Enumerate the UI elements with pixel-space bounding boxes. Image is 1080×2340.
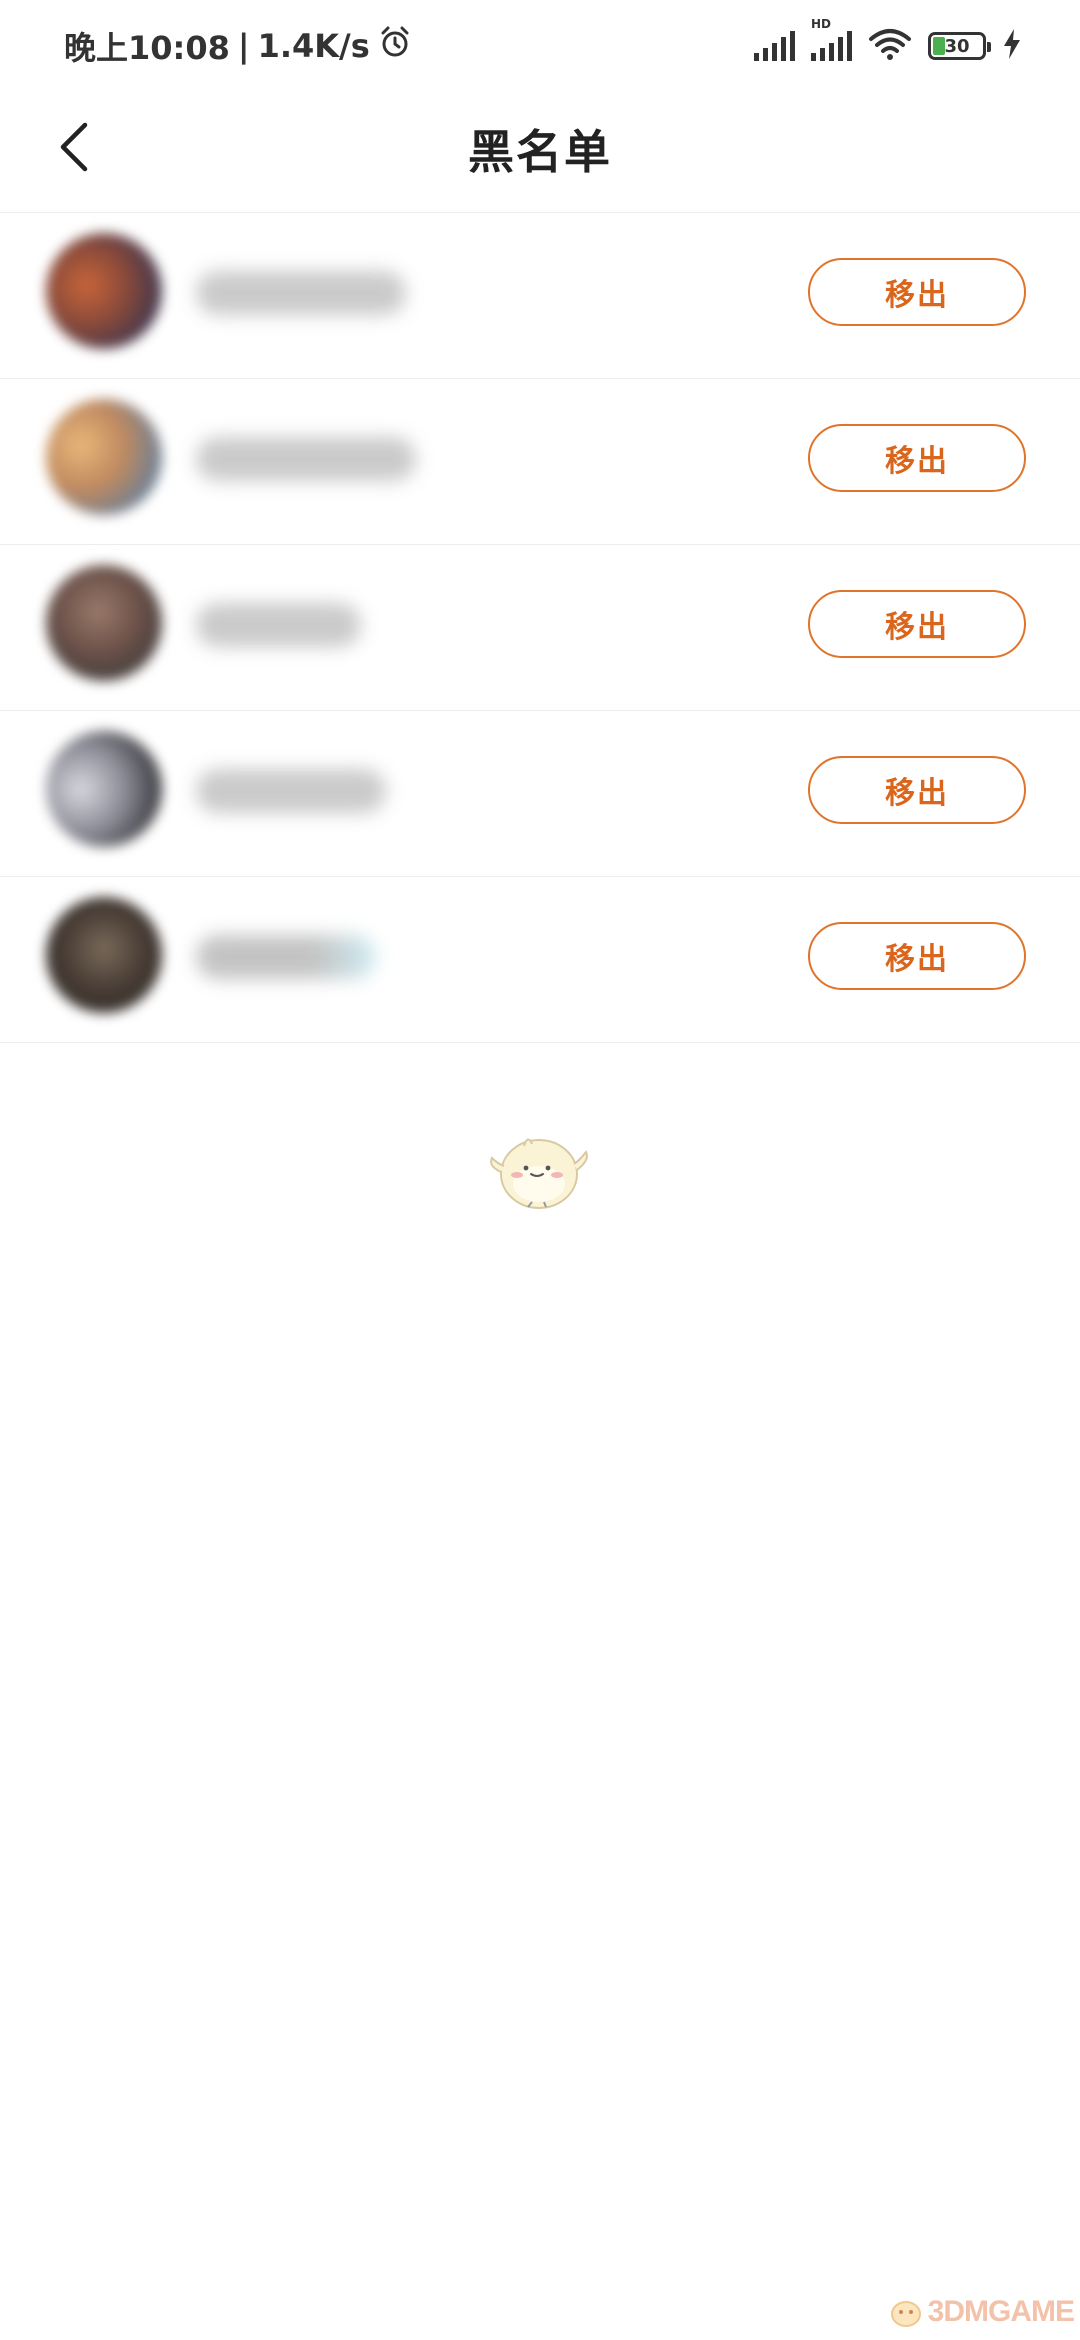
- blacklist: 移出 移出 移出 移出 移出: [0, 213, 1080, 1043]
- watermark-text: 3DMGAME: [927, 2295, 1075, 2328]
- blacklist-row: 移出: [0, 545, 1080, 711]
- user-name[interactable]: [196, 769, 386, 813]
- avatar[interactable]: [46, 897, 162, 1013]
- mascot-illustration: [484, 1122, 594, 1214]
- status-right: HD 30: [754, 17, 1022, 65]
- battery-fill: [933, 37, 945, 55]
- status-left: 晚上10:08 | 1.4K/s: [64, 23, 412, 69]
- blacklist-row: 移出: [0, 213, 1080, 379]
- user-name[interactable]: [196, 935, 376, 979]
- user-name[interactable]: [196, 603, 361, 647]
- blacklist-row: 移出: [0, 711, 1080, 877]
- status-bar: 晚上10:08 | 1.4K/s HD 30: [0, 0, 1080, 92]
- status-time: 晚上10:08: [64, 29, 230, 67]
- watermark: 3DMGAME: [886, 2290, 1075, 2334]
- remove-button[interactable]: 移出: [808, 590, 1026, 658]
- avatar[interactable]: [46, 565, 162, 681]
- header: 黑名单: [0, 92, 1080, 213]
- avatar[interactable]: [46, 233, 162, 349]
- signal-icon: [754, 31, 795, 61]
- wifi-icon: [868, 27, 912, 65]
- status-separator: |: [237, 27, 250, 65]
- remove-button[interactable]: 移出: [808, 756, 1026, 824]
- hd-label: HD: [811, 17, 832, 31]
- blacklist-row: 移出: [0, 379, 1080, 545]
- user-name[interactable]: [196, 271, 406, 315]
- battery-level: 30: [944, 35, 970, 57]
- network-speed: 1.4K/s: [257, 27, 370, 65]
- charging-icon: [1002, 28, 1022, 64]
- battery-icon: 30: [928, 32, 991, 60]
- signal-icon-2: [811, 31, 852, 61]
- remove-button[interactable]: 移出: [808, 424, 1026, 492]
- avatar[interactable]: [46, 731, 162, 847]
- blacklist-row: 移出: [0, 877, 1080, 1043]
- avatar[interactable]: [46, 399, 162, 515]
- user-name[interactable]: [196, 437, 416, 481]
- page-title: 黑名单: [468, 125, 612, 179]
- remove-button[interactable]: 移出: [808, 258, 1026, 326]
- hd-signal: HD: [811, 17, 852, 61]
- alarm-clock-icon: [378, 25, 412, 67]
- remove-button[interactable]: 移出: [808, 922, 1026, 990]
- watermark-logo-icon: [886, 2290, 926, 2334]
